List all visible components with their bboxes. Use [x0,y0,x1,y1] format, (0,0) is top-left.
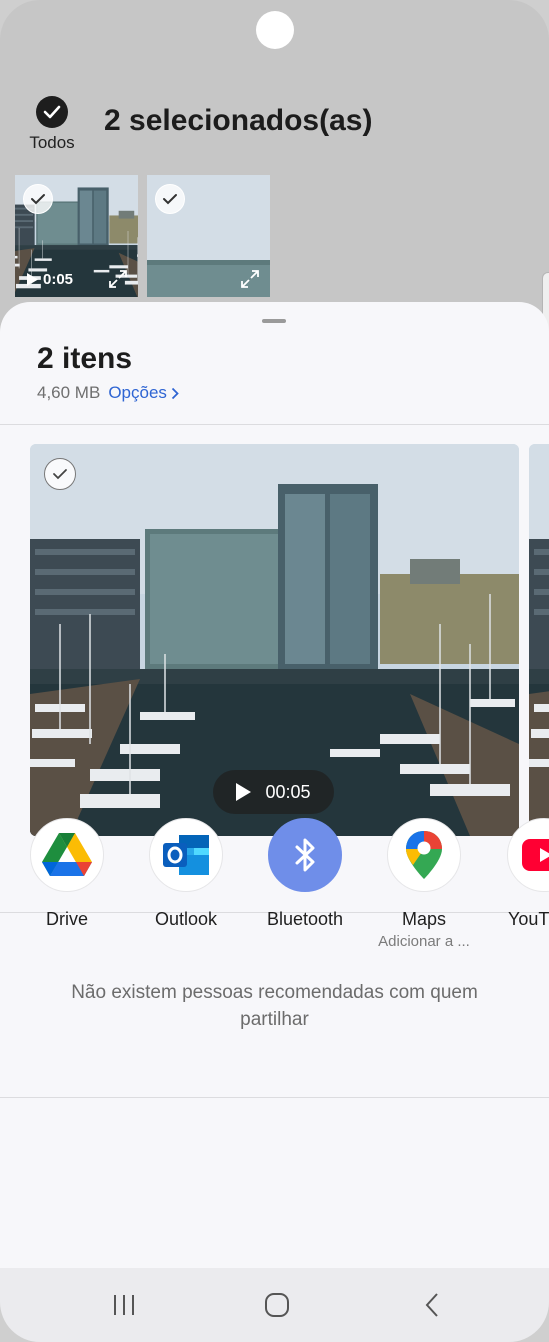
app-label: YouT [508,909,549,929]
back-button[interactable] [412,1288,452,1322]
duration-text: 0:05 [43,271,74,288]
selected-thumbnail[interactable] [147,175,270,297]
share-app-outlook[interactable]: Outlook [131,818,241,930]
select-all-label: Todos [29,133,75,152]
divider [0,1097,549,1098]
share-app-maps[interactable]: Maps Adicionar a ... [369,818,479,950]
sheet-title: 2 itens [37,342,133,375]
share-app-youtube[interactable]: YouT [488,818,549,930]
play-icon [27,273,38,286]
youtube-icon [507,818,549,892]
selected-thumbnail[interactable]: 0:05 [15,175,138,297]
preview-duration: 00:05 [265,781,311,802]
home-icon [265,1293,289,1317]
recent-apps-icon [114,1295,134,1315]
media-preview-card[interactable]: 00:05 [30,444,519,836]
app-label: Outlook [154,909,218,929]
divider [0,424,549,425]
video-duration: 0:05 [27,271,73,288]
share-app-drive[interactable]: Drive [12,818,122,930]
navigation-bar [0,1268,549,1342]
recent-apps-button[interactable] [104,1288,144,1322]
next-media-preview-card[interactable] [529,444,549,836]
share-apps-row: Drive Outlook Bluetooth Maps Adicionar a… [0,818,549,968]
google-drive-icon [30,818,104,892]
bluetooth-icon [268,818,342,892]
check-icon[interactable] [23,184,53,214]
share-sheet: 2 itens 4,60 MB Opções 00:05 Não existem… [0,302,549,1268]
google-maps-icon [387,818,461,892]
sheet-drag-handle[interactable] [262,319,286,323]
select-all-button[interactable]: Todos [26,96,78,153]
home-button[interactable] [257,1288,297,1322]
options-label: Opções [108,383,167,402]
check-icon[interactable] [44,458,76,490]
no-recommended-people-text: Não existem pessoas recomendadas com que… [71,982,478,1030]
chevron-right-icon [171,387,179,399]
expand-icon[interactable] [240,269,260,289]
file-size: 4,60 MB [37,383,101,402]
app-label: Bluetooth [266,909,344,929]
check-icon [36,96,68,128]
camera-cutout [256,11,294,49]
check-icon[interactable] [155,184,185,214]
selection-count-title: 2 selecionados(as) [104,104,373,137]
play-button[interactable]: 00:05 [213,770,334,814]
outlook-icon [149,818,223,892]
app-sublabel: Adicionar a ... [378,933,470,950]
options-link[interactable]: Opções [108,383,179,403]
back-icon [425,1293,438,1317]
app-label: Maps [401,909,446,929]
play-icon [236,783,252,801]
app-label: Drive [45,909,88,929]
expand-icon[interactable] [108,269,128,289]
next-preview-image [529,444,549,836]
sheet-meta: 4,60 MB Opções [37,383,179,403]
share-app-bluetooth[interactable]: Bluetooth [250,818,360,930]
